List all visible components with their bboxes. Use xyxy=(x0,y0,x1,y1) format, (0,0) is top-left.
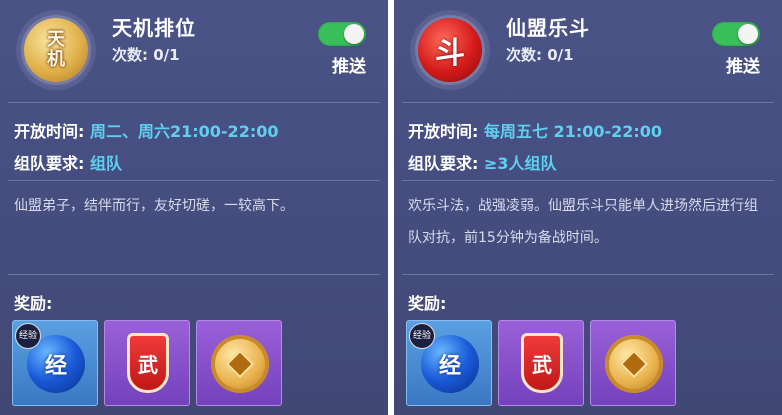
attempt-count: 次数: 0/1 xyxy=(112,46,180,64)
push-label: 推送 xyxy=(726,57,760,77)
push-toggle[interactable] xyxy=(318,22,366,46)
martial-shield-icon: 武 xyxy=(127,333,169,393)
reward-slot-martial[interactable]: 武 xyxy=(104,320,190,406)
activity-card-xianmeng: 斗 仙盟乐斗 次数: 0/1 推送 开放时间: 每周五七 21:00-22:00… xyxy=(394,0,782,415)
open-time-value: 周二、周六21:00-22:00 xyxy=(89,122,279,141)
team-req-row: 组队要求: 组队 xyxy=(14,150,122,174)
open-time-label: 开放时间: xyxy=(14,122,85,141)
divider xyxy=(8,180,380,181)
team-req-label: 组队要求: xyxy=(14,154,85,173)
divider xyxy=(8,102,380,103)
open-time-row: 开放时间: 周二、周六21:00-22:00 xyxy=(14,118,279,142)
activity-emblem: 天 机 xyxy=(16,10,96,90)
reward-slot-exp[interactable]: 经 经验 xyxy=(406,320,492,406)
toggle-knob xyxy=(738,24,758,44)
divider xyxy=(402,180,774,181)
push-label: 推送 xyxy=(332,57,366,77)
push-toggle[interactable] xyxy=(712,22,760,46)
team-req-value: ≥3人组队 xyxy=(483,154,557,173)
open-time-row: 开放时间: 每周五七 21:00-22:00 xyxy=(408,118,662,142)
rewards-label: 奖励: xyxy=(14,294,53,313)
open-time-label: 开放时间: xyxy=(408,122,479,141)
activity-emblem: 斗 xyxy=(410,10,490,90)
team-req-row: 组队要求: ≥3人组队 xyxy=(408,150,557,174)
activity-title: 天机排位 xyxy=(112,16,196,40)
exp-badge-icon: 经验 xyxy=(409,323,435,349)
coin-hole xyxy=(619,349,649,379)
activity-card-tianji: 天 机 天机排位 次数: 0/1 推送 开放时间: 周二、周六21:00-22:… xyxy=(0,0,388,415)
reward-slot-coin[interactable] xyxy=(196,320,282,406)
activity-description: 欢乐斗法，战强凌弱。仙盟乐斗只能单人进场然后进行组队对抗，前15分钟为备战时间。 xyxy=(408,198,758,246)
attempt-count: 次数: 0/1 xyxy=(506,46,574,64)
divider xyxy=(8,274,380,275)
copper-coin-icon xyxy=(605,335,663,393)
emblem-char-2: 机 xyxy=(47,49,65,70)
team-req-label: 组队要求: xyxy=(408,154,479,173)
dou-emblem-icon: 斗 xyxy=(418,18,482,82)
rewards-label: 奖励: xyxy=(408,294,447,313)
reward-slot-martial[interactable]: 武 xyxy=(498,320,584,406)
divider xyxy=(402,274,774,275)
divider xyxy=(402,102,774,103)
open-time-value: 每周五七 21:00-22:00 xyxy=(483,122,663,141)
toggle-knob xyxy=(344,24,364,44)
activity-title: 仙盟乐斗 xyxy=(506,16,590,40)
martial-shield-icon: 武 xyxy=(521,333,563,393)
reward-slot-exp[interactable]: 经 经验 xyxy=(12,320,98,406)
reward-slot-coin[interactable] xyxy=(590,320,676,406)
coin-hole xyxy=(225,349,255,379)
exp-badge-icon: 经验 xyxy=(15,323,41,349)
activity-description: 仙盟弟子，结伴而行，友好切磋，一较高下。 xyxy=(14,198,294,214)
copper-coin-icon xyxy=(211,335,269,393)
emblem-char-1: 天 xyxy=(47,29,65,50)
team-req-value: 组队 xyxy=(89,154,122,173)
tianji-emblem-icon: 天 机 xyxy=(24,18,88,82)
